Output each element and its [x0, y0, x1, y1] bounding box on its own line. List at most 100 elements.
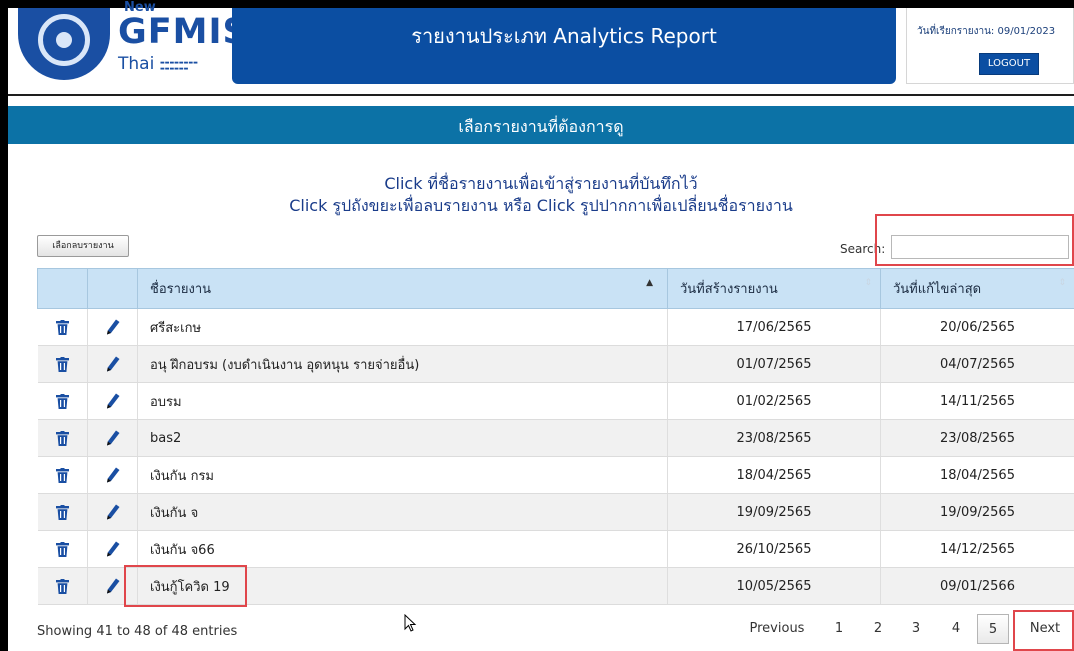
pencil-icon[interactable]: [106, 356, 120, 372]
sort-icon: ⇕: [864, 278, 872, 288]
report-name-link[interactable]: อบรม: [137, 382, 668, 420]
created-date: 23/08/2565: [667, 419, 881, 457]
pencil-icon[interactable]: [106, 578, 120, 594]
highlight-box-report: [124, 565, 247, 607]
page-title: รายงานประเภท Analytics Report: [411, 24, 717, 48]
table-row: เงินกัน กรม 18/04/2565 18/04/2565: [37, 456, 1074, 494]
created-date: 18/04/2565: [667, 456, 881, 494]
column-header-modified-label: วันที่แก้ไขล่าสุด: [893, 282, 982, 297]
trash-icon[interactable]: [55, 578, 69, 594]
pagination-page-2[interactable]: 2: [867, 614, 889, 644]
delete-selected-button[interactable]: เลือกลบรายงาน: [37, 235, 129, 257]
table-row: เงินกัน จ 19/09/2565 19/09/2565: [37, 493, 1074, 531]
column-header-modified[interactable]: วันที่แก้ไขล่าสุด ⇕: [880, 268, 1074, 309]
pencil-icon[interactable]: [106, 430, 120, 446]
delete-cell: [37, 567, 88, 605]
delete-cell: [37, 308, 88, 346]
modified-date: 14/12/2565: [880, 530, 1074, 568]
created-date: 10/05/2565: [667, 567, 881, 605]
report-name-link[interactable]: เงินกัน จ: [137, 493, 668, 531]
modified-date: 20/06/2565: [880, 308, 1074, 346]
pagination-previous[interactable]: Previous: [740, 614, 814, 644]
modified-date: 09/01/2566: [880, 567, 1074, 605]
report-name-link[interactable]: bas2: [137, 419, 668, 457]
logo-suffix: Thai: [118, 54, 155, 74]
edit-cell: [87, 493, 138, 531]
trash-icon[interactable]: [55, 467, 69, 483]
column-header-created-label: วันที่สร้างรายงาน: [680, 282, 778, 297]
logo-name: GFMIS: [118, 12, 249, 52]
logo-emblem-icon: [18, 8, 110, 80]
delete-cell: [37, 419, 88, 457]
edit-cell: [87, 308, 138, 346]
pencil-icon[interactable]: [106, 393, 120, 409]
sort-ascending-icon: ▲: [646, 278, 653, 288]
trash-icon[interactable]: [55, 541, 69, 557]
edit-cell: [87, 345, 138, 383]
created-date: 01/07/2565: [667, 345, 881, 383]
reports-table: ชื่อรายงาน ▲ วันที่สร้างรายงาน ⇕ วันที่แก้…: [37, 268, 1074, 605]
report-name-link[interactable]: เงินกัน จ66: [137, 530, 668, 568]
table-row: อนุ ฝึกอบรม (งบดำเนินงาน อุดหนุน รายจ่าย…: [37, 345, 1074, 383]
table-info: Showing 41 to 48 of 48 entries: [37, 624, 238, 639]
pagination-page-5[interactable]: 5: [977, 614, 1009, 644]
table-row: ศรีสะเกษ 17/06/2565 20/06/2565: [37, 308, 1074, 346]
trash-icon[interactable]: [55, 319, 69, 335]
logout-button[interactable]: LOGOUT: [979, 53, 1039, 75]
report-name-link[interactable]: เงินกัน กรม: [137, 456, 668, 494]
edit-cell: [87, 419, 138, 457]
sort-icon: ⇕: [1058, 278, 1066, 288]
modified-date: 19/09/2565: [880, 493, 1074, 531]
section-title: เลือกรายงานที่ต้องการดู: [458, 117, 624, 136]
user-info-box: วันที่เรียกรายงาน: 09/01/2023 LOGOUT: [906, 8, 1074, 84]
column-header-created[interactable]: วันที่สร้างรายงาน ⇕: [667, 268, 881, 309]
trash-icon[interactable]: [55, 356, 69, 372]
gfmis-logo: New GFMIS Thai ▬▬▬▬▬▬▬▬ ▬▬▬▬▬▬: [14, 0, 248, 84]
header-bar: รายงานประเภท Analytics Report: [232, 8, 896, 84]
pencil-icon[interactable]: [106, 319, 120, 335]
delete-cell: [37, 493, 88, 531]
modified-date: 14/11/2565: [880, 382, 1074, 420]
column-header-name[interactable]: ชื่อรายงาน ▲: [137, 268, 668, 309]
report-name-link[interactable]: อนุ ฝึกอบรม (งบดำเนินงาน อุดหนุน รายจ่าย…: [137, 345, 668, 383]
created-date: 17/06/2565: [667, 308, 881, 346]
trash-icon[interactable]: [55, 504, 69, 520]
edit-cell: [87, 530, 138, 568]
modified-date: 23/08/2565: [880, 419, 1074, 457]
window-left-border: [0, 0, 8, 651]
pagination-page-4[interactable]: 4: [945, 614, 967, 644]
window-top-border: [0, 0, 1074, 8]
edit-cell: [87, 456, 138, 494]
created-date: 19/09/2565: [667, 493, 881, 531]
table-header-row: ชื่อรายงาน ▲ วันที่สร้างรายงาน ⇕ วันที่แก้…: [37, 268, 1074, 309]
mouse-cursor-icon: [404, 614, 417, 632]
section-header: เลือกรายงานที่ต้องการดู: [8, 106, 1074, 144]
pencil-icon[interactable]: [106, 541, 120, 557]
modified-date: 18/04/2565: [880, 456, 1074, 494]
highlight-box-next: [1013, 610, 1074, 651]
column-header-delete: [37, 268, 88, 309]
report-date: วันที่เรียกรายงาน: 09/01/2023: [917, 26, 1056, 37]
modified-date: 04/07/2565: [880, 345, 1074, 383]
delete-cell: [37, 456, 88, 494]
table-row: เงินกัน จ66 26/10/2565 14/12/2565: [37, 530, 1074, 568]
logo-subtext-icon: ▬▬▬▬▬▬▬▬ ▬▬▬▬▬▬: [160, 60, 198, 72]
pencil-icon[interactable]: [106, 467, 120, 483]
trash-icon[interactable]: [55, 393, 69, 409]
delete-cell: [37, 345, 88, 383]
report-name-link[interactable]: ศรีสะเกษ: [137, 308, 668, 346]
edit-cell: [87, 382, 138, 420]
trash-icon[interactable]: [55, 430, 69, 446]
pagination-page-3[interactable]: 3: [905, 614, 927, 644]
table-row: bas2 23/08/2565 23/08/2565: [37, 419, 1074, 457]
pagination-page-1[interactable]: 1: [828, 614, 850, 644]
delete-cell: [37, 382, 88, 420]
created-date: 01/02/2565: [667, 382, 881, 420]
header-divider: [8, 94, 1074, 96]
column-header-edit: [87, 268, 138, 309]
table-row: อบรม 01/02/2565 14/11/2565: [37, 382, 1074, 420]
column-header-name-label: ชื่อรายงาน: [150, 282, 212, 297]
highlight-box-search: [875, 214, 1074, 266]
pencil-icon[interactable]: [106, 504, 120, 520]
delete-cell: [37, 530, 88, 568]
